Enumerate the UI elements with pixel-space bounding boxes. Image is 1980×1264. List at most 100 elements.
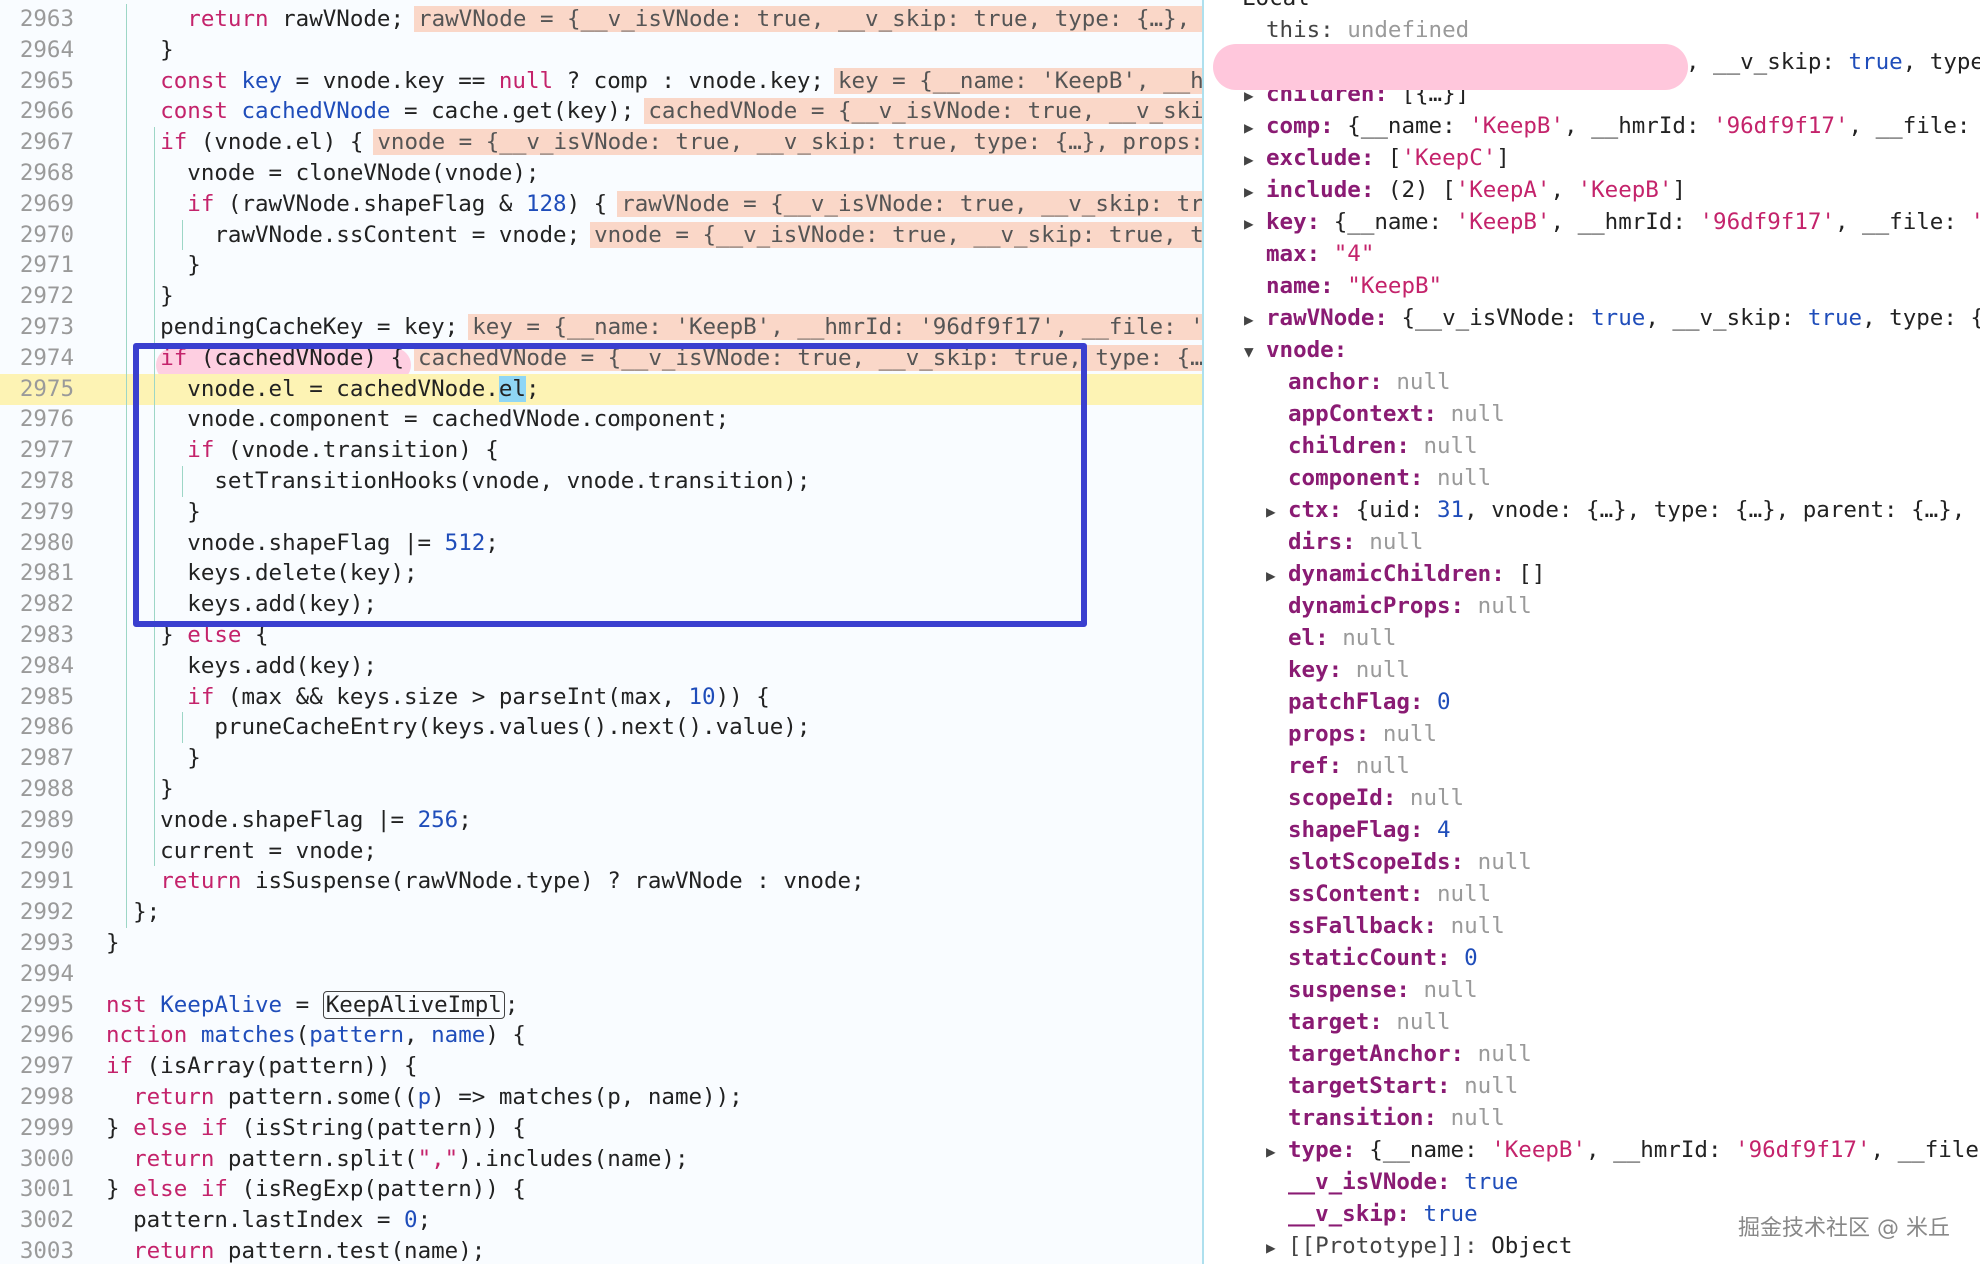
expand-arrow-icon[interactable]: ▶ (1266, 560, 1288, 592)
property-name: dynamicChildren: (1288, 561, 1519, 587)
code-line[interactable]: 2998 return pattern.some((p) => matches(… (0, 1082, 1202, 1113)
scope-property-appContext: appContext: null (1266, 398, 1505, 430)
scope-property-rawVNode[interactable]: ▶ rawVNode: {__v_isVNode: true, __v_skip:… (1244, 302, 1980, 334)
line-number[interactable]: 2996 (0, 1020, 74, 1051)
line-number[interactable]: 2994 (0, 959, 74, 990)
code-line[interactable]: 2971 } (0, 250, 1202, 281)
code-line[interactable]: 2993} (0, 928, 1202, 959)
code-line[interactable]: 2986 pruneCacheEntry(keys.values().next(… (0, 712, 1202, 743)
line-number[interactable]: 2980 (0, 528, 74, 559)
line-number[interactable]: 3003 (0, 1236, 74, 1264)
code-text: if (rawVNode.shapeFlag & 128) {rawVNode … (106, 189, 1202, 220)
line-number[interactable]: 2969 (0, 189, 74, 220)
expand-arrow-icon[interactable]: ▶ (1244, 304, 1266, 336)
line-number[interactable]: 2977 (0, 435, 74, 466)
expand-arrow-icon[interactable]: ▶ (1266, 1136, 1288, 1168)
scope-property-ctx[interactable]: ▶ ctx: {uid: 31, vnode: {…}, type: {…}, p… (1266, 494, 1980, 526)
line-number[interactable]: 2990 (0, 836, 74, 867)
expand-arrow-icon[interactable]: ▶ (1244, 208, 1266, 240)
line-number[interactable]: 3001 (0, 1174, 74, 1205)
line-number[interactable]: 2965 (0, 66, 74, 97)
line-number[interactable]: 2995 (0, 990, 74, 1021)
code-line[interactable]: 2984 keys.add(key); (0, 651, 1202, 682)
line-number[interactable]: 2998 (0, 1082, 74, 1113)
line-number[interactable]: 2991 (0, 866, 74, 897)
line-number[interactable]: 2976 (0, 404, 74, 435)
line-number[interactable]: 2978 (0, 466, 74, 497)
line-number[interactable]: 2964 (0, 35, 74, 66)
line-number[interactable]: 3002 (0, 1205, 74, 1236)
line-number[interactable]: 2988 (0, 774, 74, 805)
code-line[interactable]: 2968 vnode = cloneVNode(vnode); (0, 158, 1202, 189)
line-number[interactable]: 2970 (0, 220, 74, 251)
line-number[interactable]: 2982 (0, 589, 74, 620)
code-line[interactable]: 2989 vnode.shapeFlag |= 256; (0, 805, 1202, 836)
code-line[interactable]: 2991 return isSuspense(rawVNode.type) ? … (0, 866, 1202, 897)
code-line[interactable]: 2990 current = vnode; (0, 836, 1202, 867)
code-line[interactable]: 2988 } (0, 774, 1202, 805)
line-number[interactable]: 2966 (0, 96, 74, 127)
expand-arrow-icon[interactable]: ▶ (1244, 112, 1266, 144)
line-number[interactable]: 2979 (0, 497, 74, 528)
code-line[interactable]: 2997 if (isArray(pattern)) { (0, 1051, 1202, 1082)
line-number[interactable]: 2981 (0, 558, 74, 589)
scope-property-dynamicChildren[interactable]: ▶ dynamicChildren: [] (1266, 558, 1545, 590)
code-line[interactable]: 2970 rawVNode.ssContent = vnode; vnode = … (0, 220, 1202, 251)
line-number[interactable]: 2993 (0, 928, 74, 959)
scope-property-key[interactable]: ▶ key: {__name: 'KeepB', __hmrId: '96df9f… (1244, 206, 1980, 238)
line-number[interactable]: 2974 (0, 343, 74, 374)
line-number[interactable]: 2973 (0, 312, 74, 343)
expand-arrow-icon[interactable]: ▶ (1244, 176, 1266, 208)
code-line[interactable]: 2994 (0, 959, 1202, 990)
scope-property-vnode[interactable]: ▼ vnode: (1244, 334, 1361, 366)
line-number[interactable]: 3000 (0, 1144, 74, 1175)
expand-arrow-icon[interactable]: ▶ (1266, 496, 1288, 528)
code-line[interactable]: 2985 if (max && keys.size > parseInt(max… (0, 682, 1202, 713)
scope-property-name: name: "KeepB" (1244, 270, 1442, 302)
scope-property-include[interactable]: ▶ include: (2) ['KeepA', 'KeepB'] (1244, 174, 1686, 206)
line-number[interactable]: 2972 (0, 281, 74, 312)
code-line[interactable]: 2973 pendingCacheKey = key; key = {__name… (0, 312, 1202, 343)
scope-property-Prototype[interactable]: ▶ [[Prototype]]: Object (1266, 1230, 1572, 1262)
line-number[interactable]: 2963 (0, 4, 74, 35)
code-line[interactable]: 2966 const cachedVNode = cache.get(key);… (0, 96, 1202, 127)
code-line[interactable]: 2995 nst KeepAlive = KeepAliveImpl; (0, 990, 1202, 1021)
code-line[interactable]: 2964 } (0, 35, 1202, 66)
scope-property-exclude[interactable]: ▶ exclude: ['KeepC'] (1244, 142, 1510, 174)
code-line[interactable]: 2963 return rawVNode; rawVNode = {__v_isV… (0, 4, 1202, 35)
line-number[interactable]: 2983 (0, 620, 74, 651)
code-line[interactable]: 3003 return pattern.test(name); (0, 1236, 1202, 1264)
code-line[interactable]: 2996 nction matches(pattern, name) { (0, 1020, 1202, 1051)
code-line[interactable]: 2992 }; (0, 897, 1202, 928)
expand-arrow-icon[interactable]: ▶ (1244, 144, 1266, 176)
line-number[interactable]: 2987 (0, 743, 74, 774)
line-number[interactable]: 2999 (0, 1113, 74, 1144)
property-name: targetStart: (1288, 1073, 1465, 1099)
code-line[interactable]: 3002 pattern.lastIndex = 0; (0, 1205, 1202, 1236)
code-line[interactable]: 2972 } (0, 281, 1202, 312)
scope-section-header[interactable]: Local (1242, 0, 1310, 14)
line-number[interactable]: 2985 (0, 682, 74, 713)
expand-arrow-icon[interactable]: ▶ (1266, 1232, 1288, 1264)
code-text: } else if (isString(pattern)) { (106, 1114, 526, 1141)
code-line[interactable]: 2987 } (0, 743, 1202, 774)
code-line[interactable]: 3000 return pattern.split(",").includes(… (0, 1144, 1202, 1175)
code-line[interactable]: 2999 } else if (isString(pattern)) { (0, 1113, 1202, 1144)
line-number[interactable]: 2989 (0, 805, 74, 836)
line-number[interactable]: 2997 (0, 1051, 74, 1082)
line-number[interactable]: 2967 (0, 127, 74, 158)
code-line[interactable]: 2965 const key = vnode.key == null ? com… (0, 66, 1202, 97)
code-line[interactable]: 2969 if (rawVNode.shapeFlag & 128) {rawV… (0, 189, 1202, 220)
code-line[interactable]: 2967 if (vnode.el) {vnode = {__v_isVNode… (0, 127, 1202, 158)
scope-property-comp[interactable]: ▶ comp: {__name: 'KeepB', __hmrId: '96df9… (1244, 110, 1980, 142)
line-number[interactable]: 2968 (0, 158, 74, 189)
code-editor-pane[interactable]: 2963 return rawVNode; rawVNode = {__v_isV… (0, 0, 1202, 1264)
collapse-arrow-icon[interactable]: ▼ (1244, 336, 1266, 368)
scope-property-type[interactable]: ▶ type: {__name: 'KeepB', __hmrId: '96df9… (1266, 1134, 1980, 1166)
code-line[interactable]: 3001} else if (isRegExp(pattern)) { (0, 1174, 1202, 1205)
line-number[interactable]: 2986 (0, 712, 74, 743)
line-number[interactable]: 2984 (0, 651, 74, 682)
line-number[interactable]: 2975 (0, 374, 74, 405)
line-number[interactable]: 2971 (0, 250, 74, 281)
line-number[interactable]: 2992 (0, 897, 74, 928)
